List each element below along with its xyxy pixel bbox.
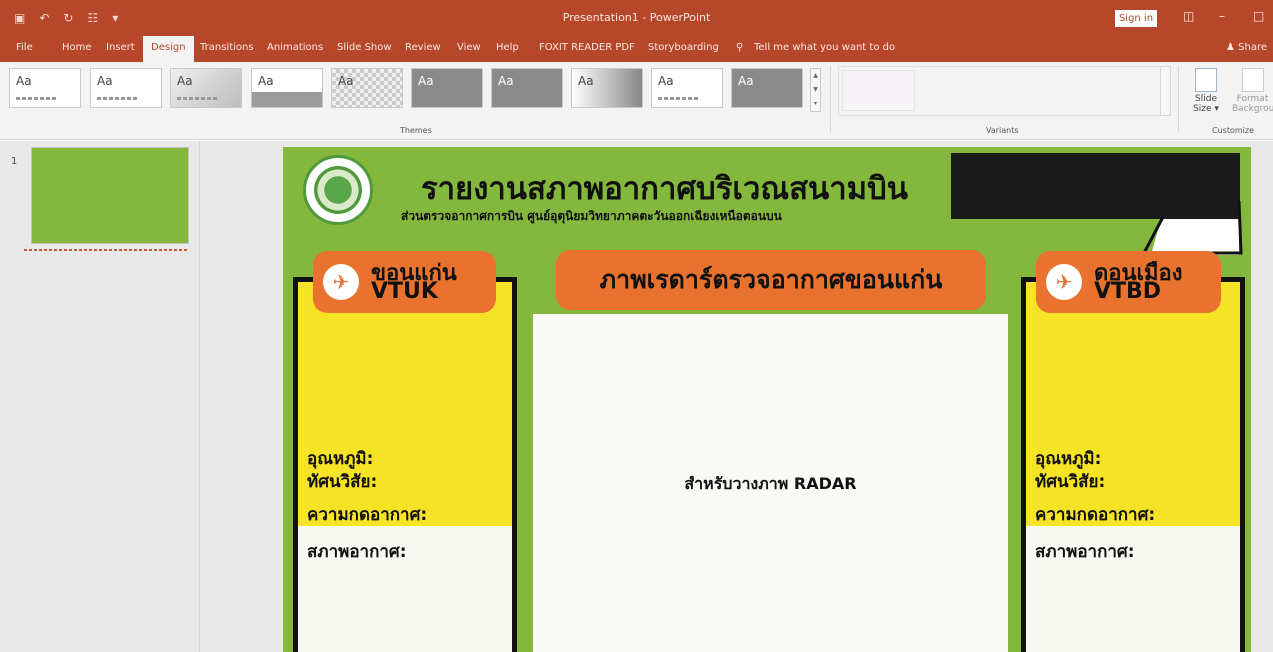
- theme-sample: Aa: [578, 74, 594, 88]
- tab-design[interactable]: Design: [143, 36, 194, 62]
- department-logo: [303, 155, 373, 225]
- right-airport-pill[interactable]: ✈ ดอนเมือง VTBD: [1036, 251, 1221, 313]
- variants-group-label: Variants: [986, 126, 1019, 135]
- theme-4[interactable]: Aa: [251, 68, 323, 108]
- theme-9[interactable]: Aa: [651, 68, 723, 108]
- tab-help[interactable]: Help: [496, 42, 519, 53]
- theme-sample: Aa: [738, 74, 754, 88]
- format-bg-label: Format: [1236, 94, 1269, 104]
- tab-animations[interactable]: Animations: [267, 42, 323, 53]
- minimize-icon[interactable]: –: [1219, 9, 1225, 23]
- visibility-label: ทัศนวิสัย:: [1035, 472, 1106, 492]
- weather-label: สภาพอากาศ:: [307, 542, 407, 562]
- share-label: Share: [1238, 42, 1268, 53]
- theme-sample: Aa: [177, 74, 193, 88]
- theme-sample: Aa: [97, 74, 113, 88]
- ribbon-design: Aa Aa Aa Aa Aa Aa Aa Aa Aa Aa ▲ ▼ ▾ Themes…: [0, 62, 1273, 140]
- tab-home[interactable]: Home: [62, 42, 92, 53]
- pressure-label: ความกดอากาศ:: [307, 505, 428, 525]
- lightbulb-icon: ⚲: [736, 42, 744, 53]
- airplane-icon: ✈: [323, 264, 359, 300]
- tab-view[interactable]: View: [457, 42, 481, 53]
- theme-office[interactable]: Aa: [9, 68, 81, 108]
- slide-number: 1: [11, 156, 18, 167]
- tab-foxit[interactable]: FOXIT READER PDF: [539, 42, 635, 53]
- tab-storyboarding[interactable]: Storyboarding: [648, 42, 719, 53]
- group-divider: [830, 66, 831, 132]
- format-background-icon: [1241, 68, 1264, 92]
- insertion-line: [24, 249, 188, 251]
- slide-size-label-2: Size ▾: [1193, 104, 1219, 114]
- tab-file[interactable]: File: [16, 42, 33, 53]
- callout-tail: [1141, 200, 1243, 256]
- group-divider: [1178, 66, 1179, 132]
- theme-7[interactable]: Aa: [491, 68, 563, 108]
- customize-group-label: Customize: [1212, 126, 1254, 135]
- variants-scroll[interactable]: [1160, 66, 1171, 116]
- theme-sample: Aa: [658, 74, 674, 88]
- theme-sample: Aa: [258, 74, 274, 88]
- tell-me-search[interactable]: Tell me what you want to do: [754, 42, 895, 53]
- theme-10[interactable]: Aa: [731, 68, 803, 108]
- radar-title[interactable]: ภาพเรดาร์ตรวจอากาศขอนแก่น: [556, 250, 986, 310]
- format-background-button[interactable]: Format Backgrou: [1232, 68, 1273, 114]
- weather-label: สภาพอากาศ:: [1035, 542, 1135, 562]
- share-button[interactable]: ♟ Share: [1226, 42, 1267, 53]
- slide-subhead[interactable]: ส่วนตรวจอากาศการบิน ศูนย์อุตุนิยมวิทยาภา…: [401, 207, 782, 226]
- sign-in-button[interactable]: Sign in: [1115, 10, 1157, 27]
- pressure-label: ความกดอากาศ:: [1035, 505, 1156, 525]
- slide-canvas[interactable]: รายงานสภาพอากาศบริเวณสนามบิน ส่วนตรวจอาก…: [283, 147, 1251, 652]
- themes-group-label: Themes: [400, 126, 432, 135]
- theme-8[interactable]: Aa: [571, 68, 643, 108]
- theme-5[interactable]: Aa: [331, 68, 403, 108]
- slide-thumbnail[interactable]: [31, 147, 189, 244]
- theme-sample: Aa: [16, 74, 32, 88]
- person-icon: ♟: [1226, 42, 1235, 53]
- theme-3[interactable]: Aa: [170, 68, 242, 108]
- themes-scroll[interactable]: ▲ ▼ ▾: [810, 68, 821, 112]
- right-code: VTBD: [1094, 279, 1162, 304]
- slide-size-label: Slide: [1195, 94, 1217, 104]
- tab-review[interactable]: Review: [405, 42, 441, 53]
- theme-2[interactable]: Aa: [90, 68, 162, 108]
- variant-1[interactable]: [842, 70, 915, 111]
- slide-thumbnail-pane: 1: [0, 141, 200, 652]
- maximize-icon[interactable]: □: [1253, 9, 1264, 23]
- title-bar: ▣ ↶ ↻ ☷ ▾ Presentation1 - PowerPoint Sig…: [0, 0, 1273, 36]
- theme-sample: Aa: [498, 74, 514, 88]
- theme-6[interactable]: Aa: [411, 68, 483, 108]
- workspace: 1 รายงานสภาพอากาศบริเวณสนามบิน ส่วนตรวจอ…: [0, 141, 1273, 652]
- theme-sample: Aa: [338, 74, 354, 88]
- ribbon-tabs: File Home Insert Design Transitions Anim…: [0, 36, 1273, 62]
- left-code: VTUK: [371, 279, 438, 304]
- radar-image-placeholder[interactable]: สำหรับวางภาพ RADAR: [533, 314, 1008, 652]
- window-title: Presentation1 - PowerPoint: [562, 11, 711, 24]
- tab-transitions[interactable]: Transitions: [200, 42, 254, 53]
- airplane-icon: ✈: [1046, 264, 1082, 300]
- left-airport-panel: อุณหภูมิ: ทัศนวิสัย: ความกดอากาศ: สภาพอา…: [293, 277, 517, 652]
- theme-sample: Aa: [418, 74, 434, 88]
- right-airport-panel: อุณหภูมิ: ทัศนวิสัย: ความกดอากาศ: สภาพอา…: [1021, 277, 1245, 652]
- slide-size-button[interactable]: Slide Size ▾: [1186, 68, 1226, 114]
- left-airport-pill[interactable]: ✈ ขอนแก่น VTUK: [313, 251, 496, 313]
- tab-insert[interactable]: Insert: [106, 42, 135, 53]
- visibility-label: ทัศนวิสัย:: [307, 472, 378, 492]
- slide-size-icon: [1195, 68, 1217, 92]
- tab-slide-show[interactable]: Slide Show: [337, 42, 392, 53]
- format-bg-label-2: Backgrou: [1232, 104, 1273, 114]
- ribbon-display-icon[interactable]: ◫: [1183, 9, 1194, 23]
- slide-headline[interactable]: รายงานสภาพอากาศบริเวณสนามบิน: [421, 163, 908, 213]
- radar-placeholder-text: สำหรับวางภาพ RADAR: [684, 474, 857, 493]
